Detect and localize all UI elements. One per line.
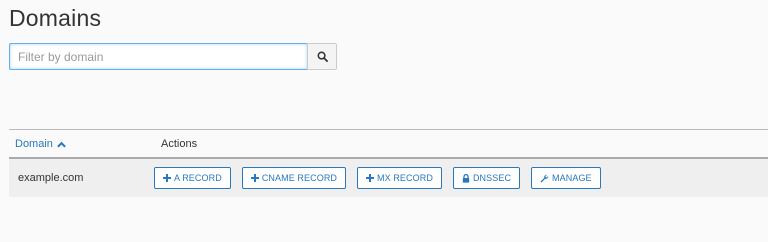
search-input[interactable] <box>9 43 307 70</box>
column-header-actions: Actions <box>161 138 198 150</box>
add-cname-record-label: CNAME RECORD <box>261 173 338 183</box>
dnssec-button[interactable]: DNSSEC <box>452 167 521 189</box>
add-mx-record-button[interactable]: MX RECORD <box>357 167 442 189</box>
column-header-domain-label: Domain <box>15 138 53 150</box>
add-mx-record-label: MX RECORD <box>377 173 433 183</box>
table-header: Domain Actions <box>9 129 768 159</box>
add-a-record-button[interactable]: A RECORD <box>154 167 231 189</box>
domain-cell: example.com <box>18 172 84 184</box>
add-a-record-label: A RECORD <box>174 173 222 183</box>
add-cname-record-button[interactable]: CNAME RECORD <box>241 167 347 189</box>
plus-icon <box>163 174 171 182</box>
row-actions: A RECORD CNAME RECORD MX RECORD DNSSEC M… <box>154 167 601 189</box>
dnssec-label: DNSSEC <box>472 173 512 183</box>
chevron-up-icon <box>57 141 66 147</box>
wrench-icon <box>540 174 549 182</box>
page-title: Domains <box>9 5 102 31</box>
lock-icon <box>462 173 470 183</box>
plus-icon <box>250 174 259 182</box>
table-row: example.com A RECORD CNAME RECORD MX REC… <box>9 159 768 197</box>
search-bar <box>9 43 337 70</box>
plus-icon <box>366 174 375 182</box>
domains-table: Domain Actions example.com A RECORD CNAM… <box>9 129 768 197</box>
manage-label: MANAGE <box>552 173 592 183</box>
column-header-domain[interactable]: Domain <box>15 138 66 150</box>
manage-button[interactable]: MANAGE <box>531 167 601 189</box>
search-icon <box>317 51 328 62</box>
search-button[interactable] <box>307 43 337 70</box>
